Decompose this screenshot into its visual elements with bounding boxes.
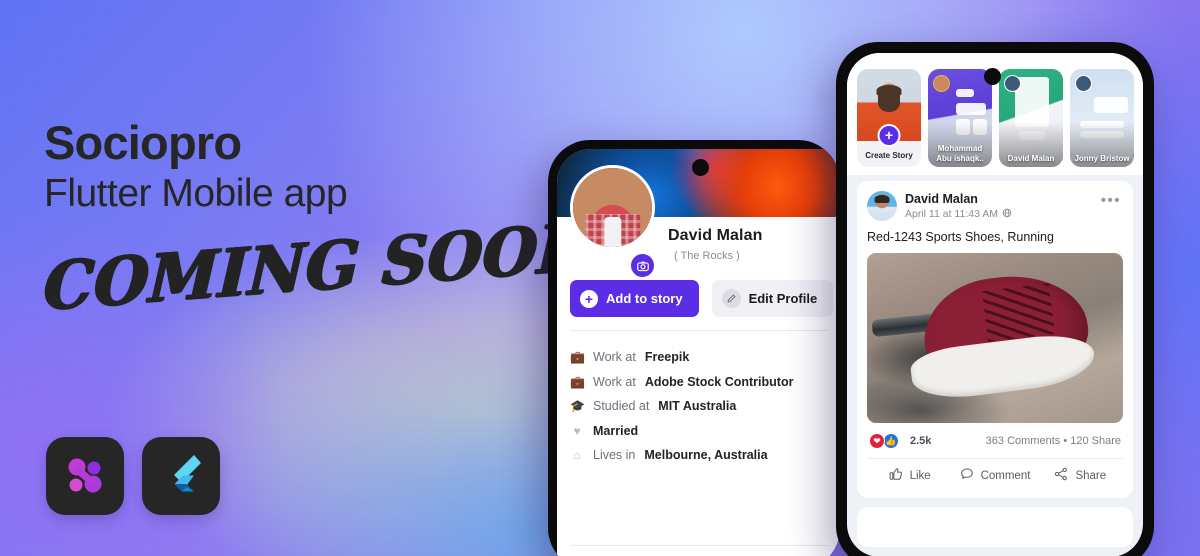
plus-icon: + (580, 289, 598, 308)
create-story-beard (878, 94, 900, 113)
heart-icon: ❤ (869, 433, 885, 449)
feed-phone-screen[interactable]: + Create Story Mohammad Abu ishaqk.. Dav… (847, 53, 1143, 556)
post-photo[interactable] (867, 253, 1123, 423)
story-author-avatar (1075, 75, 1092, 92)
add-to-story-button[interactable]: + Add to story (570, 280, 699, 317)
profile-phone-screen[interactable]: David Malan ( The Rocks ) + Add to story (557, 149, 840, 556)
reaction-bubbles[interactable]: ❤ 👍 2.5k (869, 433, 931, 449)
story-ui-card (1094, 97, 1128, 113)
graduation-cap-icon: 🎓 (570, 399, 585, 414)
info-prefix: Lives in (593, 448, 636, 463)
story-label: Jonny Bristow (1074, 153, 1130, 163)
profile-body: David Malan ( The Rocks ) + Add to story (557, 165, 840, 556)
story-ui-card (956, 103, 986, 115)
info-row: ♥ Married (570, 419, 832, 444)
profile-divider-bottom (570, 545, 828, 546)
story-card[interactable]: Mohammad Abu ishaqk.. (928, 69, 992, 167)
story-label: Create Story (865, 150, 913, 160)
reaction-count: 2.5k (910, 435, 932, 447)
profile-avatar[interactable] (570, 165, 655, 250)
camera-icon[interactable] (629, 252, 656, 279)
comment-label: Comment (980, 469, 1031, 482)
home-icon: ⌂ (573, 448, 581, 463)
heart-icon: ♥ (573, 423, 581, 438)
info-prefix: Work at (593, 350, 636, 365)
promo-tagline: Flutter Mobile app (44, 171, 348, 215)
post-author-avatar[interactable] (867, 191, 897, 221)
edit-profile-button[interactable]: Edit Profile (711, 280, 834, 317)
profile-info-list: 💼 Work at Freepik 💼 Work at Adobe Stock … (570, 345, 832, 468)
comment-button[interactable]: Comment (952, 467, 1037, 484)
coming-soon-headline: COMING SOON (42, 206, 598, 325)
logo-row (46, 437, 220, 515)
profile-subtitle: ( The Rocks ) (674, 250, 740, 262)
post-author-block: David Malan April 11 at 11:43 AM (905, 191, 1012, 221)
profile-phone: David Malan ( The Rocks ) + Add to story (548, 140, 840, 556)
info-prefix: Work at (593, 374, 636, 389)
edit-icon (721, 289, 741, 308)
story-label: David Malan (1007, 153, 1055, 163)
info-value: MIT Australia (658, 399, 737, 414)
feed-phone: + Create Story Mohammad Abu ishaqk.. Dav… (836, 42, 1154, 556)
story-author-avatar (933, 75, 950, 92)
front-camera-punch-hole (984, 68, 1001, 85)
info-value: Freepik (644, 350, 690, 365)
like-label: Like (909, 469, 931, 482)
comment-icon (960, 467, 974, 484)
post-caption: Red-1243 Sports Shoes, Running (867, 230, 1054, 244)
post-author-name[interactable]: David Malan (905, 191, 1012, 208)
thumbs-up-icon (889, 467, 903, 484)
photo-shoe-laces (981, 283, 1055, 342)
info-value: Melbourne, Australia (644, 448, 768, 463)
story-ui-card (956, 89, 974, 97)
info-value: Adobe Stock Contributor (644, 374, 794, 389)
feed-list[interactable]: David Malan April 11 at 11:43 AM ••• Red… (847, 175, 1143, 547)
share-button[interactable]: Share (1038, 467, 1123, 484)
feed-post: David Malan April 11 at 11:43 AM ••• Red… (857, 181, 1133, 498)
front-camera-punch-hole (692, 159, 709, 176)
info-prefix: Studied at (593, 399, 650, 414)
poster-canvas: Sociopro Flutter Mobile app COMING SOON (0, 0, 1200, 556)
globe-icon (1002, 208, 1012, 221)
avatar-collar (603, 216, 622, 247)
info-row: 🎓 Studied at MIT Australia (570, 394, 832, 419)
post-action-row: Like Comment Share (867, 459, 1123, 494)
add-to-story-label: Add to story (606, 291, 683, 306)
briefcase-icon: 💼 (570, 374, 585, 389)
profile-action-buttons: + Add to story Edit Profile (570, 280, 840, 317)
story-card[interactable]: David Malan (999, 69, 1063, 167)
post-meta: April 11 at 11:43 AM (905, 208, 1012, 221)
story-label: Mohammad Abu ishaqk.. (936, 144, 984, 163)
promo-copy: Sociopro Flutter Mobile app COMING SOON (42, 116, 598, 325)
ellipsis-icon[interactable]: ••• (1101, 192, 1121, 209)
post-timestamp: April 11 at 11:43 AM (905, 208, 998, 221)
like-button[interactable]: Like (867, 467, 952, 484)
story-author-avatar (1004, 75, 1021, 92)
profile-name: David Malan (668, 227, 763, 244)
info-row: ⌂ Lives in Melbourne, Australia (570, 443, 832, 468)
plus-icon[interactable]: + (877, 124, 901, 147)
story-card[interactable]: Jonny Bristow (1070, 69, 1134, 167)
info-row: 💼 Work at Freepik (570, 345, 832, 370)
story-create[interactable]: + Create Story (857, 69, 921, 167)
share-icon (1054, 467, 1068, 484)
sociopro-logo (46, 437, 124, 515)
briefcase-icon: 💼 (570, 350, 585, 365)
brand-title: Sociopro (44, 116, 242, 169)
comments-shares-summary[interactable]: 363 Comments • 120 Share (986, 435, 1121, 447)
info-value: Married (593, 423, 639, 438)
flutter-logo (142, 437, 220, 515)
post-reactions-row: ❤ 👍 2.5k 363 Comments • 120 Share (867, 423, 1123, 458)
share-label: Share (1075, 469, 1107, 482)
thumbs-up-icon: 👍 (883, 433, 899, 449)
post-header: David Malan April 11 at 11:43 AM ••• (867, 191, 1123, 221)
info-row: 💼 Work at Adobe Stock Contributor (570, 370, 832, 395)
edit-profile-label: Edit Profile (748, 291, 818, 306)
profile-divider-top (570, 330, 828, 331)
feed-post-next[interactable] (857, 507, 1133, 547)
